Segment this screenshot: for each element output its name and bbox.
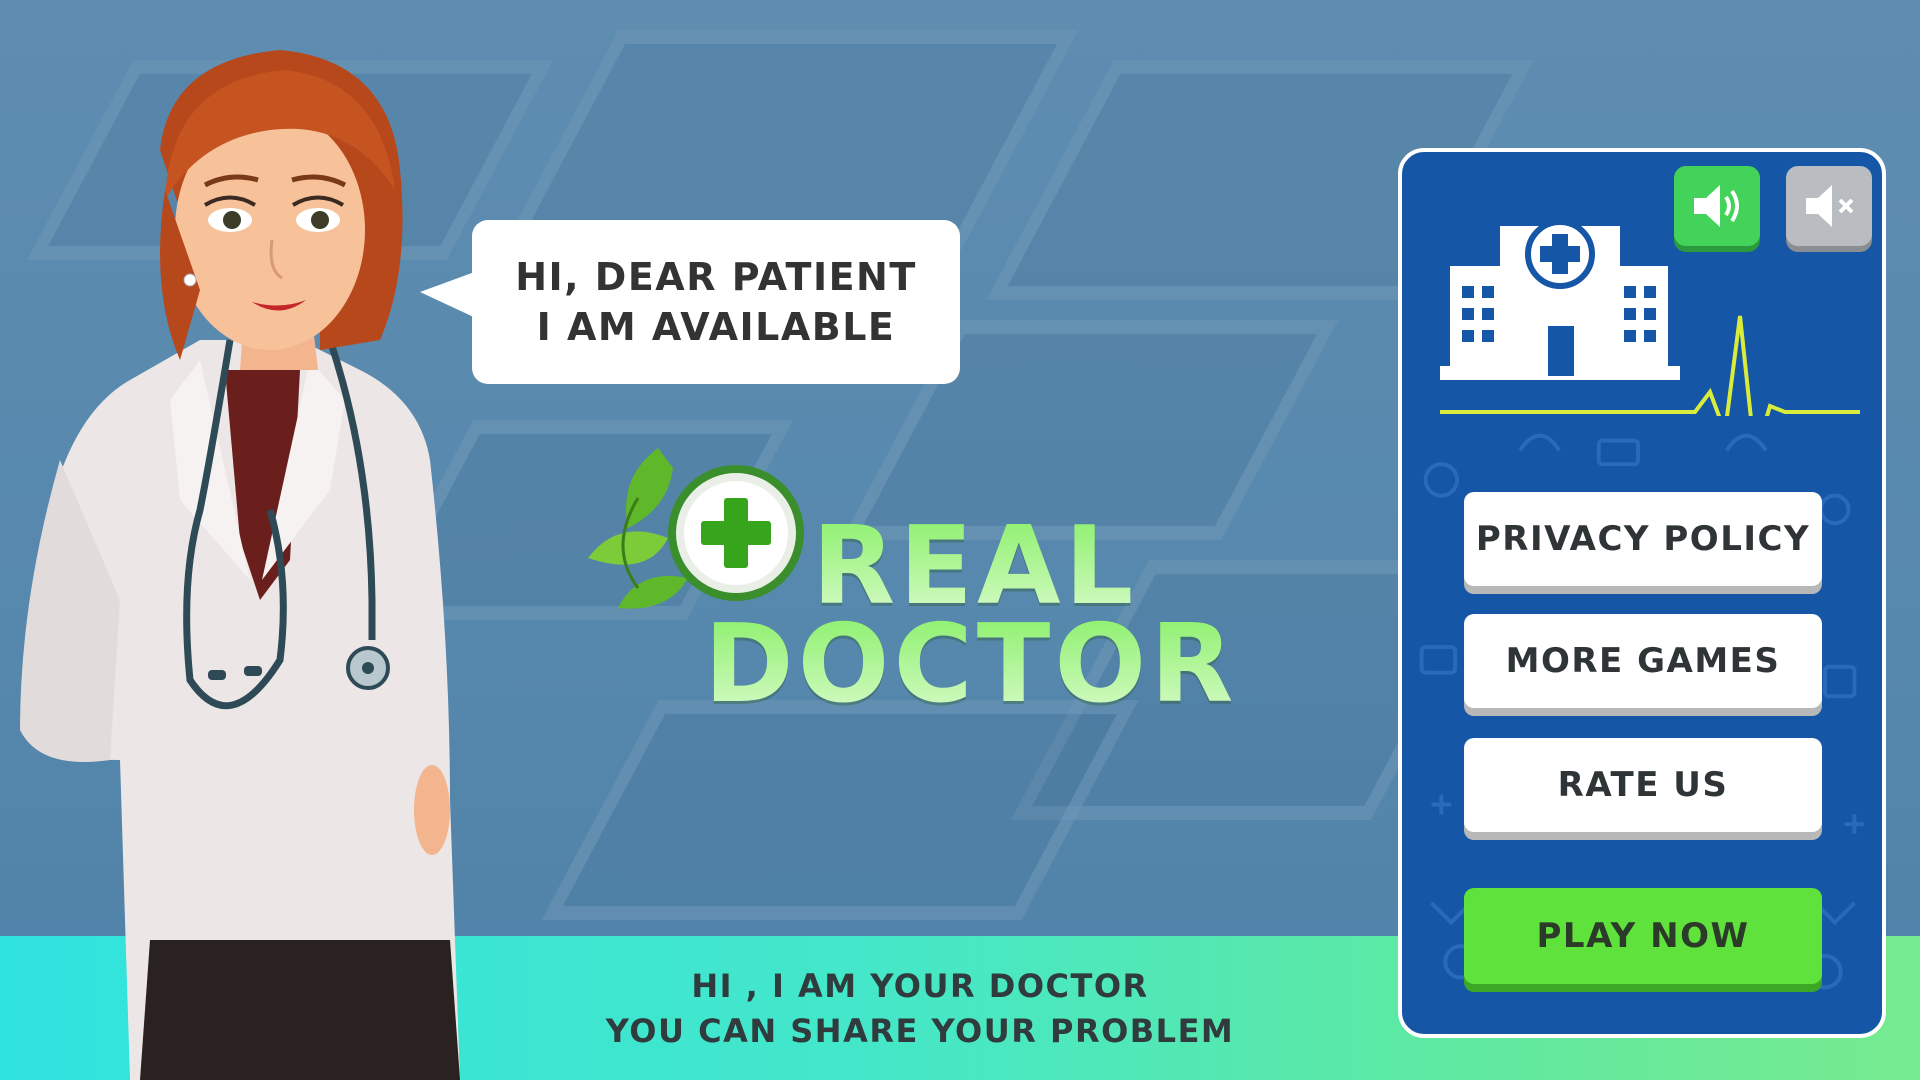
- privacy-policy-button[interactable]: PRIVACY POLICY: [1464, 492, 1822, 586]
- play-now-button[interactable]: PLAY NOW: [1464, 888, 1822, 984]
- more-games-button[interactable]: MORE GAMES: [1464, 614, 1822, 708]
- banner-message: HI , I AM YOUR DOCTOR YOU CAN SHARE YOUR…: [560, 964, 1280, 1054]
- doctor-character: [20, 50, 460, 1080]
- background-room: [541, 700, 1139, 920]
- medical-cross-leaf-icon: [588, 448, 804, 609]
- banner-line-1: HI , I AM YOUR DOCTOR: [691, 967, 1149, 1005]
- hospital-heartbeat-icon: [1440, 219, 1860, 416]
- speech-line-2: I AM AVAILABLE: [536, 305, 896, 349]
- rate-us-button[interactable]: RATE US: [1464, 738, 1822, 832]
- logo-word-doctor: DOCTOR: [704, 602, 1238, 727]
- speech-bubble: HI, DEAR PATIENT I AM AVAILABLE: [472, 220, 960, 384]
- speech-bubble-tail: [420, 270, 480, 320]
- speech-line-1: HI, DEAR PATIENT: [515, 255, 917, 299]
- background-room: [501, 30, 1079, 250]
- main-menu-panel: PRIVACY POLICY MORE GAMES RATE US PLAY N…: [1398, 148, 1886, 1038]
- banner-line-2: YOU CAN SHARE YOUR PROBLEM: [605, 1012, 1235, 1050]
